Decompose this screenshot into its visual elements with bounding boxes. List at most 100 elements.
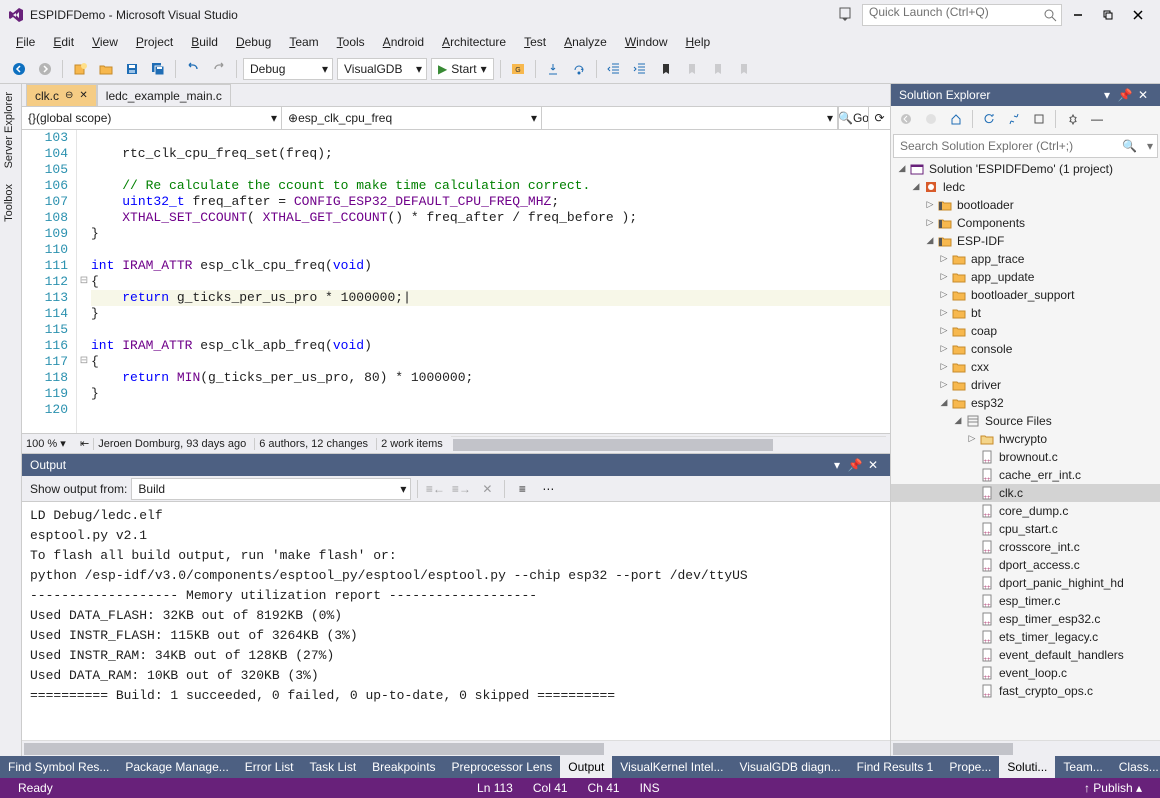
tree-node[interactable]: ▷cxx: [891, 358, 1160, 376]
zoom-combo[interactable]: 100 % ▾: [26, 437, 76, 450]
nav-back-button[interactable]: [8, 58, 30, 80]
se-collapse-button[interactable]: [1028, 108, 1050, 130]
open-file-button[interactable]: [95, 58, 117, 80]
tree-node[interactable]: ◢ESP-IDF: [891, 232, 1160, 250]
bottom-tab[interactable]: Soluti...: [999, 756, 1055, 778]
bottom-tab[interactable]: VisualGDB diagn...: [731, 756, 848, 778]
se-sync-button[interactable]: [1003, 108, 1025, 130]
editor-tab[interactable]: ledc_example_main.c: [97, 84, 231, 106]
se-showall-button[interactable]: —: [1086, 108, 1108, 130]
expand-icon[interactable]: ◢: [951, 416, 965, 426]
tree-node[interactable]: ++cpu_start.c: [891, 520, 1160, 538]
menu-build[interactable]: Build: [183, 32, 226, 52]
blame-author[interactable]: Jeroen Domburg, 93 days ago: [93, 438, 250, 450]
se-fwd-button[interactable]: [920, 108, 942, 130]
tree-node[interactable]: ▷Components: [891, 214, 1160, 232]
editor-h-scrollbar[interactable]: [451, 436, 886, 452]
output-h-scrollbar[interactable]: [22, 740, 890, 756]
solution-explorer-search[interactable]: Search Solution Explorer (Ctrl+;) 🔍 ▾: [893, 134, 1158, 158]
blame-changes[interactable]: 6 authors, 12 changes: [254, 438, 372, 450]
menu-help[interactable]: Help: [678, 32, 719, 52]
pin-icon[interactable]: 📌: [846, 458, 864, 472]
close-icon[interactable]: ✕: [79, 90, 87, 101]
tree-node[interactable]: ++event_loop.c: [891, 664, 1160, 682]
solution-tree[interactable]: ◢Solution 'ESPIDFDemo' (1 project)◢ledc▷…: [891, 160, 1160, 740]
tree-node[interactable]: ▷hwcrypto: [891, 430, 1160, 448]
expand-icon[interactable]: ◢: [937, 398, 951, 408]
new-project-button[interactable]: [69, 58, 91, 80]
tree-node[interactable]: ▷coap: [891, 322, 1160, 340]
expand-icon[interactable]: ◢: [909, 182, 923, 192]
tree-node[interactable]: ▷console: [891, 340, 1160, 358]
bottom-tab[interactable]: Preprocessor Lens: [444, 756, 561, 778]
output-clear-button[interactable]: ✕: [476, 478, 498, 500]
step-into-button[interactable]: [542, 58, 564, 80]
spare-combo[interactable]: ▾: [542, 107, 838, 129]
clear-bookmarks-button[interactable]: [733, 58, 755, 80]
tree-node[interactable]: ++cache_err_int.c: [891, 466, 1160, 484]
tree-node[interactable]: ▷driver: [891, 376, 1160, 394]
menu-view[interactable]: View: [84, 32, 126, 52]
blame-workitems[interactable]: 2 work items: [376, 438, 447, 450]
tree-node[interactable]: ++fast_crypto_ops.c: [891, 682, 1160, 700]
tree-node[interactable]: ++esp_timer_esp32.c: [891, 610, 1160, 628]
redo-button[interactable]: [208, 58, 230, 80]
expand-icon[interactable]: ▷: [937, 308, 951, 318]
menu-architecture[interactable]: Architecture: [434, 32, 514, 52]
platform-combo[interactable]: VisualGDB▾: [337, 58, 427, 80]
collapsed-tab-toolbox[interactable]: Toolbox: [0, 176, 21, 230]
menu-debug[interactable]: Debug: [228, 32, 279, 52]
tree-node[interactable]: ++dport_access.c: [891, 556, 1160, 574]
menu-project[interactable]: Project: [128, 32, 181, 52]
pin-icon[interactable]: 📌: [1116, 88, 1134, 102]
tree-node[interactable]: ++brownout.c: [891, 448, 1160, 466]
output-source-combo[interactable]: Build▾: [131, 478, 411, 500]
tree-node[interactable]: ++event_default_handlers: [891, 646, 1160, 664]
expand-icon[interactable]: ▷: [937, 290, 951, 300]
scope-combo[interactable]: {} (global scope)▾: [22, 107, 282, 129]
minimize-button[interactable]: [1064, 4, 1092, 26]
tree-node[interactable]: ▷app_update: [891, 268, 1160, 286]
expand-icon[interactable]: ▷: [937, 380, 951, 390]
sync-button[interactable]: ⟳: [868, 107, 890, 129]
indent-less-button[interactable]: [603, 58, 625, 80]
collapsed-tab-server-explorer[interactable]: Server Explorer: [0, 84, 21, 176]
menu-test[interactable]: Test: [516, 32, 554, 52]
start-debug-button[interactable]: ▶Start▾: [431, 58, 494, 80]
menu-android[interactable]: Android: [375, 32, 432, 52]
tree-node[interactable]: ▷bootloader_support: [891, 286, 1160, 304]
close-icon[interactable]: ✕: [864, 458, 882, 472]
pin-icon[interactable]: ⊖: [65, 90, 73, 101]
bottom-tab[interactable]: Error List: [237, 756, 302, 778]
output-options-button[interactable]: ⋯: [537, 478, 559, 500]
tree-node[interactable]: ++clk.c: [891, 484, 1160, 502]
output-text[interactable]: LD Debug/ledc.elf esptool.py v2.1 To fla…: [22, 502, 890, 740]
go-button[interactable]: 🔍Go: [838, 107, 868, 129]
bottom-tab[interactable]: Task List: [301, 756, 364, 778]
expand-icon[interactable]: ▷: [937, 272, 951, 282]
close-button[interactable]: [1124, 4, 1152, 26]
expand-icon[interactable]: ◢: [895, 164, 909, 174]
member-combo[interactable]: ⊕ esp_clk_cpu_freq▾: [282, 107, 542, 129]
se-back-button[interactable]: [895, 108, 917, 130]
panel-dropdown-icon[interactable]: ▾: [828, 458, 846, 472]
code-editor[interactable]: 1031041051061071081091101111121131141151…: [22, 130, 890, 433]
save-all-button[interactable]: [147, 58, 169, 80]
bottom-tab[interactable]: Breakpoints: [364, 756, 443, 778]
output-wrap-button[interactable]: ≡: [511, 478, 533, 500]
bottom-tab[interactable]: Find Symbol Res...: [0, 756, 117, 778]
expand-icon[interactable]: ▷: [937, 326, 951, 336]
bottom-tab[interactable]: Prope...: [941, 756, 999, 778]
expand-icon[interactable]: ▷: [965, 434, 979, 444]
tree-node[interactable]: ◢esp32: [891, 394, 1160, 412]
next-bookmark-button[interactable]: [707, 58, 729, 80]
tree-node[interactable]: ++ets_timer_legacy.c: [891, 628, 1160, 646]
undo-button[interactable]: [182, 58, 204, 80]
publish-button[interactable]: ↑ Publish ▴: [1074, 781, 1152, 795]
se-properties-button[interactable]: [1061, 108, 1083, 130]
editor-tab[interactable]: clk.c⊖✕: [26, 84, 97, 106]
step-over-button[interactable]: [568, 58, 590, 80]
quick-launch-input[interactable]: Quick Launch (Ctrl+Q): [862, 4, 1062, 26]
bottom-tab[interactable]: Output: [560, 756, 612, 778]
save-button[interactable]: [121, 58, 143, 80]
